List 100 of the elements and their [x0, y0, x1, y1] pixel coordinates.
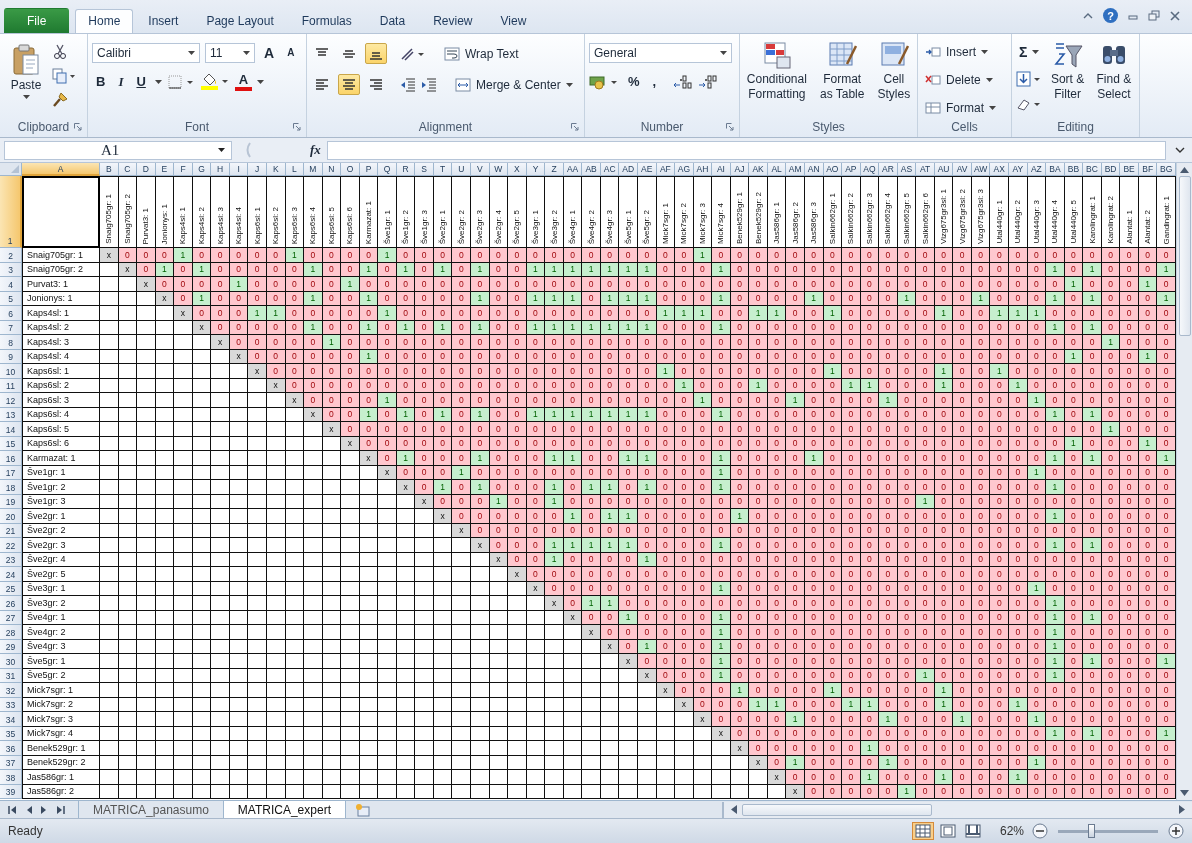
- format-painter-icon[interactable]: [52, 92, 68, 108]
- align-center-button[interactable]: [338, 74, 360, 95]
- column-header[interactable]: AD: [619, 163, 638, 176]
- file-tab[interactable]: File: [4, 8, 70, 33]
- sheet-tab[interactable]: MATRICA_expert: [222, 801, 346, 818]
- insert-button[interactable]: Insert: [922, 43, 991, 61]
- grow-font-button[interactable]: A: [260, 44, 279, 62]
- column-header[interactable]: AR: [879, 163, 898, 176]
- row-header[interactable]: 26: [0, 596, 22, 611]
- dialog-launcher-icon[interactable]: [293, 123, 301, 131]
- borders-icon[interactable]: [166, 74, 195, 90]
- active-cell[interactable]: [22, 176, 100, 248]
- row-header[interactable]: 10: [0, 364, 22, 379]
- shrink-font-button[interactable]: A: [283, 44, 299, 62]
- scroll-thumb[interactable]: [1178, 176, 1191, 336]
- ribbon-tab[interactable]: Home: [75, 9, 134, 33]
- row-header[interactable]: 20: [0, 509, 22, 524]
- conditional-formatting-button[interactable]: Conditional Formatting: [744, 38, 810, 104]
- row-header[interactable]: 22: [0, 538, 22, 553]
- find-select-button[interactable]: Find & Select: [1092, 38, 1135, 104]
- column-header[interactable]: BC: [1083, 163, 1102, 176]
- column-header[interactable]: AX: [990, 163, 1010, 176]
- help-icon[interactable]: ?: [1103, 8, 1118, 23]
- column-header[interactable]: BA: [1046, 163, 1065, 176]
- zoom-in-icon[interactable]: [1168, 823, 1184, 839]
- decrease-decimal-icon[interactable]: [698, 74, 719, 90]
- caret-icon[interactable]: [257, 80, 265, 84]
- bold-button[interactable]: B: [92, 73, 110, 91]
- paste-button[interactable]: Paste: [4, 38, 48, 101]
- decrease-indent-icon[interactable]: [400, 77, 416, 92]
- underline-button[interactable]: U: [132, 73, 150, 91]
- column-header[interactable]: M: [304, 163, 323, 176]
- row-header[interactable]: 32: [0, 683, 22, 698]
- vertical-scrollbar[interactable]: [1176, 163, 1192, 800]
- previous-sheet-icon[interactable]: [25, 804, 33, 815]
- row-header[interactable]: 30: [0, 654, 22, 669]
- formula-input-field[interactable]: [326, 140, 1166, 160]
- italic-button[interactable]: I: [114, 73, 128, 91]
- copy-icon[interactable]: [52, 68, 76, 84]
- merge-center-button[interactable]: Merge & Center: [452, 75, 576, 94]
- scroll-down-icon[interactable]: [1180, 790, 1189, 796]
- ribbon-tab[interactable]: Insert: [135, 9, 192, 33]
- row-header[interactable]: 36: [0, 741, 22, 756]
- row-header[interactable]: 38: [0, 770, 22, 785]
- row-header[interactable]: 12: [0, 393, 22, 408]
- horizontal-scrollbar[interactable]: [722, 801, 1192, 818]
- comma-button[interactable]: ,: [648, 73, 661, 91]
- ribbon-tab[interactable]: Page Layout: [193, 9, 287, 33]
- ribbon-tab[interactable]: Formulas: [288, 9, 365, 33]
- column-header[interactable]: AT: [916, 163, 935, 176]
- increase-indent-icon[interactable]: [421, 77, 437, 92]
- format-as-table-button[interactable]: Format as Table: [813, 38, 871, 104]
- font-size-field[interactable]: 11: [205, 43, 255, 63]
- column-header[interactable]: AB: [582, 163, 601, 176]
- column-header[interactable]: D: [137, 163, 156, 176]
- cut-icon[interactable]: [52, 44, 68, 60]
- column-header[interactable]: O: [341, 163, 360, 176]
- currency-icon[interactable]: [589, 74, 619, 90]
- column-header[interactable]: AM: [786, 163, 805, 176]
- column-header[interactable]: BG: [1157, 163, 1176, 176]
- insert-function-button[interactable]: fx: [310, 142, 321, 158]
- column-header[interactable]: AP: [842, 163, 861, 176]
- column-header[interactable]: AK: [749, 163, 768, 176]
- row-header[interactable]: 14: [0, 422, 22, 437]
- zoom-level[interactable]: 62%: [999, 824, 1024, 838]
- scroll-thumb[interactable]: [742, 803, 932, 816]
- sort-filter-button[interactable]: Sort & Filter: [1046, 38, 1089, 104]
- column-header[interactable]: AG: [675, 163, 694, 176]
- column-header[interactable]: F: [174, 163, 193, 176]
- dialog-launcher-icon[interactable]: [74, 123, 82, 131]
- column-header[interactable]: X: [508, 163, 527, 176]
- column-header[interactable]: AV: [953, 163, 972, 176]
- dialog-launcher-icon[interactable]: [726, 123, 734, 131]
- fill-down-icon[interactable]: [1016, 71, 1042, 87]
- column-header[interactable]: V: [471, 163, 490, 176]
- caret-icon[interactable]: [154, 80, 162, 84]
- close-icon[interactable]: [1170, 10, 1180, 21]
- column-header[interactable]: A: [22, 163, 100, 176]
- row-header[interactable]: 16: [0, 451, 22, 466]
- align-bottom-button[interactable]: [365, 43, 387, 64]
- row-header[interactable]: 18: [0, 480, 22, 495]
- row-header[interactable]: 34: [0, 712, 22, 727]
- column-header[interactable]: BE: [1120, 163, 1139, 176]
- number-format-field[interactable]: General: [589, 43, 732, 63]
- name-box[interactable]: A1: [4, 140, 232, 160]
- increase-decimal-icon[interactable]: [673, 74, 694, 90]
- column-header[interactable]: U: [452, 163, 472, 176]
- wrap-text-button[interactable]: Wrap Text: [441, 44, 522, 63]
- column-header[interactable]: Q: [378, 163, 397, 176]
- row-header[interactable]: 4: [0, 277, 22, 292]
- dialog-launcher-icon[interactable]: [571, 123, 579, 131]
- restore-icon[interactable]: [1148, 10, 1160, 21]
- row-header[interactable]: 8: [0, 335, 22, 350]
- column-header[interactable]: Z: [545, 163, 564, 176]
- row-header[interactable]: 2: [0, 248, 22, 263]
- column-header[interactable]: AI: [712, 163, 731, 176]
- format-button[interactable]: Format: [922, 99, 999, 117]
- scroll-right-icon[interactable]: [1178, 805, 1186, 814]
- column-header[interactable]: AY: [1009, 163, 1028, 176]
- ribbon-tab[interactable]: Review: [420, 9, 486, 33]
